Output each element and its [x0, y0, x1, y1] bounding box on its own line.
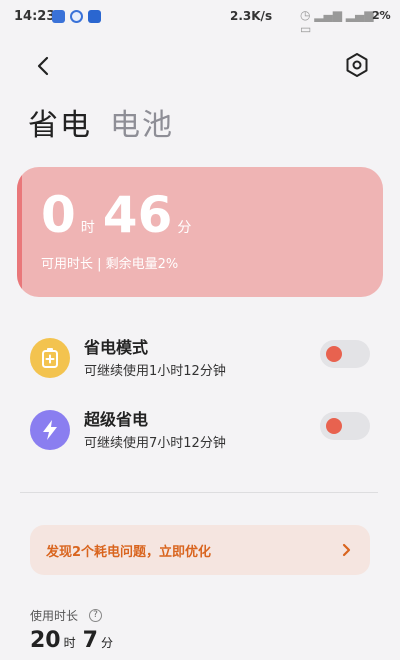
chevron-left-icon: [37, 56, 49, 76]
lightning-icon: [30, 410, 70, 450]
super-power-saving-row[interactable]: 超级省电 可继续使用7小时12分钟: [30, 404, 375, 454]
chevron-right-icon: [342, 543, 351, 557]
tab-power-saving[interactable]: 省电: [28, 100, 92, 144]
toggle-knob: [326, 346, 342, 362]
remaining-minutes: 46: [102, 186, 173, 244]
optimize-banner-text: 发现2个耗电问题，立即优化: [46, 545, 212, 560]
notification-app-icon: [88, 10, 101, 23]
power-saving-mode-row[interactable]: 省电模式 可继续使用1小时12分钟: [30, 332, 375, 382]
usage-time: 20 时 7 分: [30, 628, 120, 653]
mode-description: 可继续使用1小时12分钟: [84, 364, 226, 379]
usage-hours: 20: [30, 628, 61, 653]
mode-title: 超级省电: [84, 410, 149, 429]
usage-hours-unit: 时: [63, 636, 76, 650]
remaining-hours: 0: [41, 186, 76, 244]
tab-bar: 省电 电池: [28, 100, 174, 144]
card-accent-bar: [17, 167, 22, 297]
mode-description: 可继续使用7小时12分钟: [84, 436, 226, 451]
minutes-unit: 分: [177, 220, 192, 236]
usage-minutes: 7: [82, 628, 98, 653]
super-power-saving-toggle[interactable]: [320, 412, 370, 440]
battery-plus-icon: [30, 338, 70, 378]
notification-app-icon: [70, 10, 83, 23]
network-speed: 2.3K/s: [230, 9, 273, 23]
help-icon[interactable]: ?: [89, 609, 102, 622]
status-time: 14:23: [14, 9, 56, 24]
settings-button[interactable]: [343, 51, 371, 79]
tab-battery[interactable]: 电池: [110, 100, 174, 144]
battery-percent: 2%: [372, 9, 391, 22]
back-button[interactable]: [30, 52, 58, 80]
remaining-time: 0 时 46 分: [41, 185, 199, 245]
toggle-knob: [326, 418, 342, 434]
notification-app-icon: [52, 10, 65, 23]
gear-icon: [346, 53, 368, 77]
mode-title: 省电模式: [84, 338, 149, 357]
divider: [20, 492, 378, 493]
battery-card-subtitle: 可用时长 | 剩余电量2%: [41, 257, 179, 272]
status-bar: 14:23 2.3K/s ◷ ▂▄▆ ▂▄▆ ◠ ▭ 2%: [0, 0, 400, 36]
power-saving-toggle[interactable]: [320, 340, 370, 368]
hours-unit: 时: [80, 220, 95, 236]
usage-minutes-unit: 分: [100, 636, 113, 650]
usage-time-label: 使用时长: [30, 609, 79, 623]
battery-time-card: 0 时 46 分 可用时长 | 剩余电量2%: [17, 167, 383, 297]
optimize-banner[interactable]: 发现2个耗电问题，立即优化: [30, 525, 370, 575]
